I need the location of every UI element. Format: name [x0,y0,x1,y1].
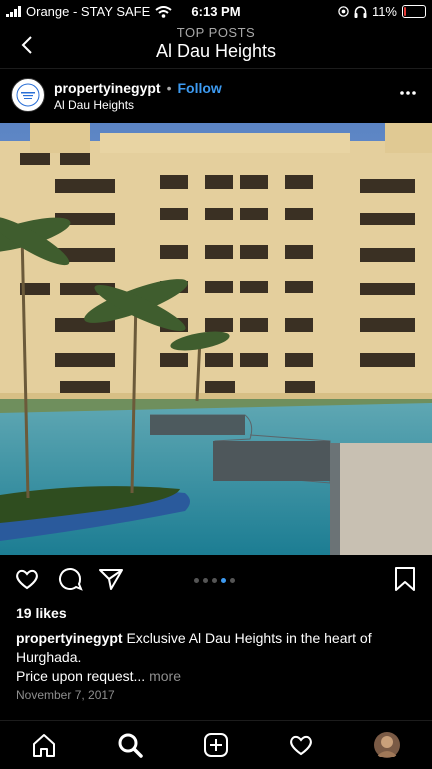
carousel-dot [221,578,226,583]
more-link[interactable]: more [149,668,181,684]
location-icon [338,6,349,17]
divider [0,68,432,69]
post-date: November 7, 2017 [16,688,115,702]
battery-percent: 11% [371,4,397,19]
carousel-dot [194,578,199,583]
signal-icon [6,6,21,17]
carrier-name: Orange - STAY SAFE [26,4,151,19]
more-icon[interactable] [398,87,418,99]
home-icon[interactable] [30,731,58,759]
bottom-tab-bar [0,720,432,769]
likes-count[interactable]: 19 likes [16,605,67,621]
headphones-icon [354,5,367,18]
page-title: Al Dau Heights [155,41,277,61]
follow-button[interactable]: Follow [177,80,221,96]
post-actions [0,560,432,600]
wifi-icon [155,5,172,18]
avatar-logo [13,80,43,110]
add-post-icon[interactable] [202,731,230,759]
separator-dot: • [166,80,172,96]
activity-icon[interactable] [287,731,315,759]
carousel-indicator [194,578,235,583]
battery-icon [402,5,426,18]
user-avatar[interactable] [11,78,45,112]
carousel-dot [212,578,217,583]
search-icon[interactable] [116,731,144,759]
post-header: propertyinegypt • Follow Al Dau Heights [0,73,432,119]
bookmark-icon[interactable] [391,565,419,593]
share-icon[interactable] [97,565,125,593]
profile-avatar[interactable] [373,731,401,759]
post-caption: propertyinegypt Exclusive Al Dau Heights… [16,629,420,686]
carousel-dot [230,578,235,583]
status-bar: 6:13 PM Orange - STAY SAFE 11% [0,0,432,22]
caption-username[interactable]: propertyinegypt [16,630,123,646]
caption-price: Price upon request... [16,668,146,684]
top-header: TOP POSTS Al Dau Heights [0,22,432,68]
post-location[interactable]: Al Dau Heights [54,98,134,112]
post-username[interactable]: propertyinegypt [54,80,161,96]
header-subtitle: TOP POSTS [176,25,256,40]
building-pool-image [0,123,432,555]
comment-icon[interactable] [56,565,84,593]
heart-icon[interactable] [13,565,41,593]
carousel-dot [203,578,208,583]
post-photo[interactable] [0,123,432,555]
